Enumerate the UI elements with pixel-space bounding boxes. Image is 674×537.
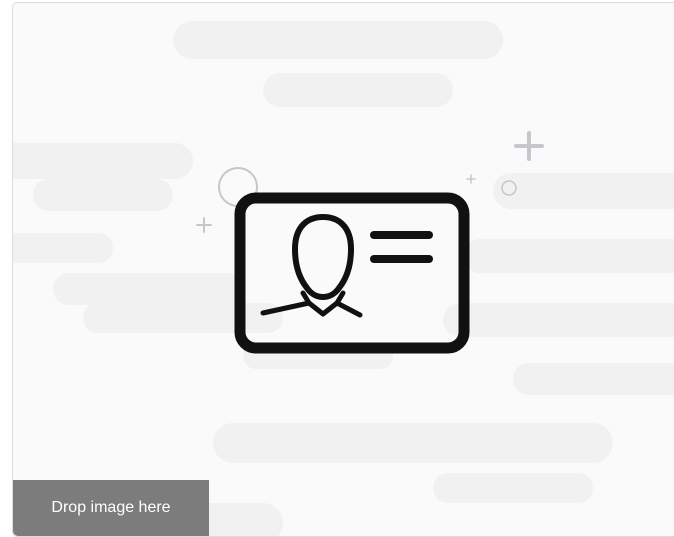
image-dropzone[interactable]: Drop image here [12,2,674,537]
drop-image-label[interactable]: Drop image here [13,480,209,536]
cloud-background [13,21,674,536]
sparkle-decoration [196,131,544,233]
